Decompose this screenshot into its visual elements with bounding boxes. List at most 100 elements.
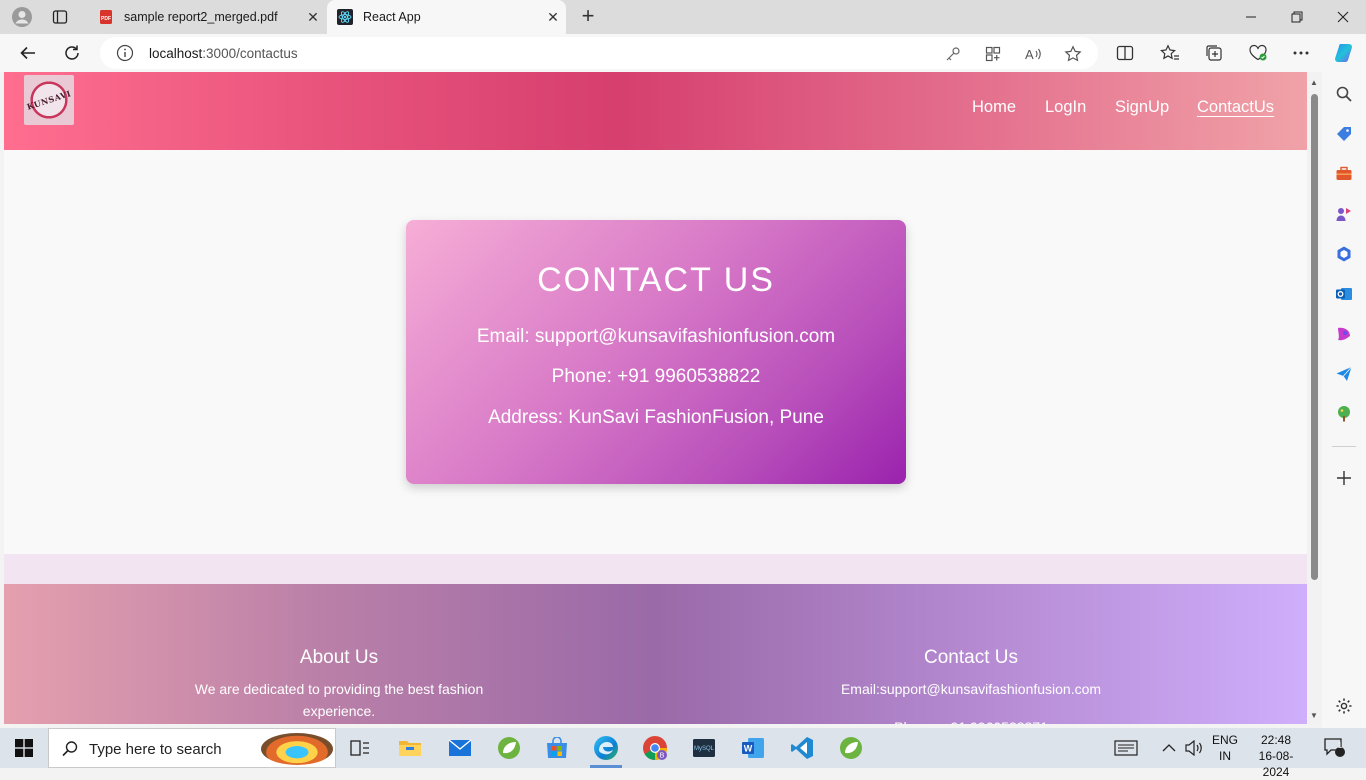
clock-time: 22:48	[1260, 733, 1292, 747]
address-bar[interactable]: localhost:3000/contactus A	[100, 37, 1098, 69]
contact-card: CONTACT US Email: support@kunsavifashion…	[406, 220, 906, 484]
page-scrollbar[interactable]: ▲ ▼	[1307, 72, 1322, 724]
tab-actions-icon[interactable]	[45, 4, 75, 30]
notification-count: 1	[1337, 741, 1343, 750]
tab-title: React App	[363, 10, 421, 24]
search-icon[interactable]	[1334, 84, 1354, 104]
footer-contact-title: Contact Us	[924, 647, 1018, 668]
mysql-workbench-icon[interactable]: MySQL	[682, 732, 726, 764]
chevron-up-icon[interactable]	[1162, 728, 1176, 768]
page-viewport: KUNSAVI Home LogIn SignUp ContactUs CONT…	[4, 72, 1307, 724]
taskbar-search-input[interactable]: Type here to search	[48, 728, 336, 768]
scrollbar-thumb[interactable]	[1311, 94, 1318, 580]
contact-email: Email: support@kunsavifashionfusion.com	[476, 326, 836, 347]
language-indicator[interactable]: ENG IN	[1208, 732, 1242, 764]
search-highlight-image[interactable]	[261, 733, 333, 765]
url-host: localhost	[149, 46, 203, 61]
vscode-icon[interactable]	[780, 732, 824, 764]
designer-icon[interactable]	[1334, 324, 1354, 344]
minimize-icon[interactable]	[1228, 0, 1274, 34]
brand-logo-text: KUNSAVI	[25, 88, 73, 112]
split-screen-icon[interactable]	[1112, 41, 1138, 65]
search-placeholder: Type here to search	[89, 741, 222, 758]
url-text[interactable]: localhost:3000/contactus	[149, 46, 298, 61]
collections-icon[interactable]	[1201, 41, 1227, 65]
footer-about-title: About Us	[299, 647, 379, 668]
edge-sidebar	[1322, 72, 1366, 728]
send-paper-plane-icon[interactable]	[1334, 364, 1354, 384]
tab-close-icon[interactable]: ✕	[540, 9, 566, 26]
network-icon[interactable]	[1114, 728, 1138, 768]
footer-contact-email: Email:support@kunsavifashionfusion.com	[840, 681, 1102, 697]
browser-essentials-icon[interactable]	[1245, 41, 1271, 65]
footer-about-text: We are dedicated to providing the best f…	[154, 678, 524, 722]
svg-text:MySQL: MySQL	[694, 746, 715, 752]
close-window-icon[interactable]	[1320, 0, 1366, 34]
svg-text:PDF: PDF	[101, 16, 111, 22]
browser-tab-strip: PDF sample report2_merged.pdf ✕ React Ap…	[0, 0, 1366, 34]
games-icon[interactable]	[1334, 204, 1354, 224]
task-view-icon[interactable]	[338, 732, 382, 764]
brand-logo[interactable]: KUNSAVI	[24, 75, 74, 125]
microsoft365-icon[interactable]	[1334, 244, 1354, 264]
settings-gear-icon[interactable]	[1334, 696, 1354, 716]
windows-start-icon[interactable]	[0, 728, 48, 768]
svg-text:W: W	[744, 744, 753, 754]
notification-center-icon[interactable]: 1	[1324, 728, 1346, 768]
language-code: ENG	[1211, 733, 1238, 747]
system-clock[interactable]: 22:48 16-08-2024	[1248, 732, 1304, 780]
site-info-icon[interactable]	[116, 44, 134, 62]
url-path: :3000/contactus	[202, 46, 298, 61]
chrome-icon[interactable]: B	[633, 732, 677, 764]
profile-avatar-icon[interactable]	[7, 4, 37, 30]
nav-signup-link[interactable]: SignUp	[1115, 98, 1169, 117]
footer-about-text-line1: We are dedicated to providing the best f…	[194, 681, 484, 697]
spring-tool-icon-2[interactable]	[829, 732, 873, 764]
shopping-tag-icon[interactable]	[1334, 124, 1354, 144]
scroll-up-arrow-icon[interactable]: ▲	[1310, 78, 1318, 87]
nav-login-link[interactable]: LogIn	[1045, 98, 1086, 117]
footer-contact-phone: Phone: +91 9960538871	[771, 716, 1171, 724]
contact-phone: Phone: +91 9960538822	[551, 366, 761, 387]
scroll-down-arrow-icon[interactable]: ▼	[1310, 711, 1318, 720]
windows-taskbar: Type here to search B MySQL W ENG IN 22:…	[0, 728, 1366, 779]
tab-title: sample report2_merged.pdf	[124, 10, 278, 24]
footer-divider-strip	[4, 554, 1307, 584]
add-plus-icon[interactable]	[1334, 468, 1354, 488]
new-tab-button[interactable]: +	[576, 4, 600, 30]
nav-contactus-link[interactable]: ContactUs	[1197, 98, 1274, 117]
react-icon	[337, 9, 353, 25]
tab-pdf[interactable]: PDF sample report2_merged.pdf ✕	[88, 0, 326, 34]
restore-icon[interactable]	[1274, 0, 1320, 34]
outlook-icon[interactable]	[1334, 284, 1354, 304]
pdf-icon: PDF	[98, 9, 114, 25]
file-explorer-icon[interactable]	[388, 732, 432, 764]
favorites-icon[interactable]	[1157, 41, 1183, 65]
copilot-icon[interactable]	[1331, 41, 1357, 65]
nav-home-link[interactable]: Home	[972, 98, 1016, 117]
more-menu-icon[interactable]	[1288, 41, 1314, 65]
clock-date: 16-08-2024	[1258, 749, 1294, 779]
footer-about-text-line2: experience.	[302, 703, 376, 719]
spring-tool-icon[interactable]	[487, 732, 531, 764]
site-header: KUNSAVI Home LogIn SignUp ContactUs	[4, 72, 1307, 150]
key-icon[interactable]	[942, 43, 964, 65]
read-aloud-icon[interactable]: A	[1022, 43, 1044, 65]
tools-briefcase-icon[interactable]	[1334, 164, 1354, 184]
sidebar-divider	[1332, 446, 1356, 447]
word-icon[interactable]: W	[731, 732, 775, 764]
svg-text:B: B	[660, 753, 665, 760]
tab-react-app[interactable]: React App ✕	[327, 0, 566, 34]
mail-icon[interactable]	[438, 732, 482, 764]
tab-close-icon[interactable]: ✕	[300, 9, 326, 26]
refresh-icon[interactable]	[58, 40, 86, 66]
favorite-star-icon[interactable]	[1062, 43, 1084, 65]
edge-browser-icon[interactable]	[584, 732, 628, 768]
contact-address: Address: KunSavi FashionFusion, Pune	[488, 407, 824, 428]
tree-app-icon[interactable]	[1334, 404, 1354, 424]
volume-icon[interactable]	[1185, 728, 1203, 768]
apps-install-icon[interactable]	[982, 43, 1004, 65]
site-footer: About Us We are dedicated to providing t…	[4, 584, 1307, 724]
back-arrow-icon[interactable]	[14, 40, 42, 66]
microsoft-store-icon[interactable]	[535, 732, 579, 764]
